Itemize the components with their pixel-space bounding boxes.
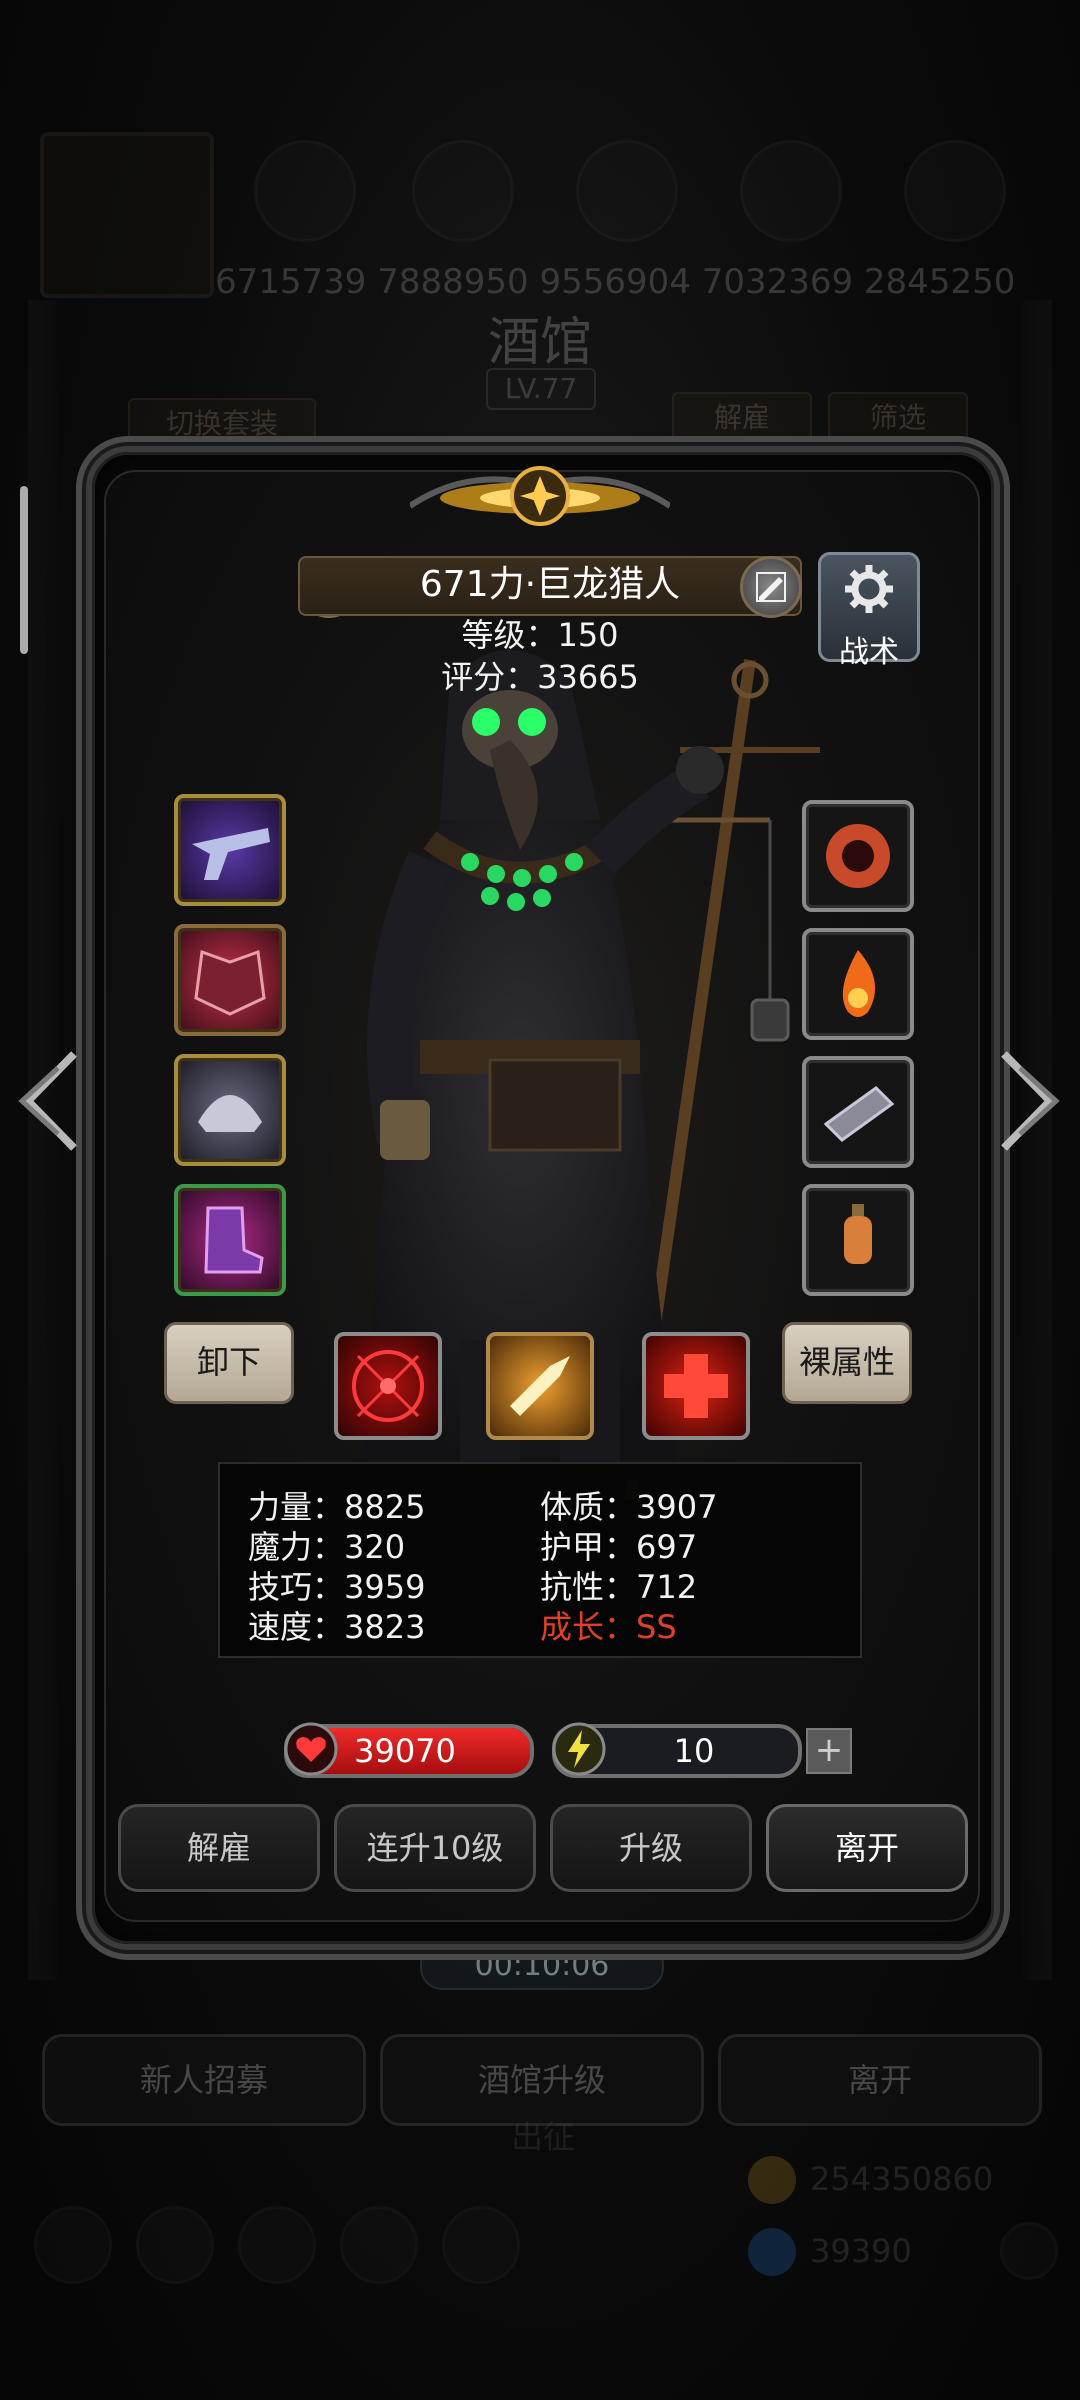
stat-speed: 速度：3823 (248, 1608, 426, 1646)
unequip-button[interactable]: 卸下 (164, 1322, 294, 1404)
energy-value: 10 (673, 1732, 715, 1770)
equip-slot-accessory-3[interactable] (802, 1056, 914, 1168)
tavern-level: LV.77 (486, 368, 596, 410)
stat-growth: 成长：SS (540, 1608, 677, 1646)
bracer-icon (823, 1086, 895, 1142)
boots-icon (204, 1206, 264, 1274)
pistol-icon (192, 828, 270, 880)
equip-slot-armor[interactable] (174, 924, 286, 1036)
fire-spiral-icon (842, 950, 876, 1017)
background-circle-3 (576, 140, 678, 242)
next-hero-arrow-icon[interactable] (994, 1046, 1064, 1156)
background-circle-2 (412, 140, 514, 242)
previous-hero-arrow-icon[interactable] (14, 1046, 84, 1156)
helmet-icon (198, 1095, 262, 1132)
equip-slot-helmet[interactable] (174, 1054, 286, 1166)
skill-slot-1[interactable] (334, 1332, 442, 1440)
nav-icon-3 (238, 2206, 316, 2284)
scroll-indicator (20, 486, 28, 654)
tactics-button[interactable]: 战术 (818, 552, 920, 670)
equip-slot-boots[interactable] (174, 1184, 286, 1296)
switch-outfit-tab: 切换套装 (128, 398, 316, 450)
background-portrait (40, 132, 214, 298)
tactics-label: 战术 (839, 635, 899, 670)
background-circle-1 (254, 140, 356, 242)
background-filter-tab: 筛选 (828, 392, 968, 444)
nav-icon-1 (34, 2206, 112, 2284)
add-currency-icon (1000, 2222, 1058, 2280)
recruit-button: 新人招募 (42, 2034, 366, 2126)
skill-slot-3[interactable] (642, 1332, 750, 1440)
level-up-10-button[interactable]: 连升10级 (334, 1804, 536, 1892)
equip-slot-accessory-2[interactable] (802, 928, 914, 1040)
heal-cross-skill-icon (664, 1354, 728, 1418)
naked-stats-button[interactable]: 裸属性 (782, 1322, 912, 1404)
hero-name: 671力·巨龙猎人 (298, 556, 802, 616)
hero-score: 评分：33665 (441, 658, 639, 696)
add-energy-button[interactable]: + (806, 1728, 852, 1774)
gear-icon (845, 565, 893, 613)
equip-slot-accessory-4[interactable] (802, 1184, 914, 1296)
background-circle-5 (904, 140, 1006, 242)
skill-slot-2[interactable] (486, 1332, 594, 1440)
background-circle-4 (740, 140, 842, 242)
strike-skill-icon (510, 1356, 570, 1416)
edit-name-icon[interactable] (740, 556, 802, 618)
equip-slot-accessory-1[interactable] (802, 800, 914, 912)
equip-slot-weapon[interactable] (174, 794, 286, 906)
tavern-title: 酒馆 (487, 313, 592, 373)
background-dismiss-tab: 解雇 (672, 392, 812, 444)
gold-coin-icon (748, 2156, 796, 2204)
leave-button[interactable]: 离开 (766, 1804, 968, 1892)
gem-icon (748, 2228, 796, 2276)
nav-icon-5 (442, 2206, 520, 2284)
dismiss-button[interactable]: 解雇 (118, 1804, 320, 1892)
background-leave-button: 离开 (718, 2034, 1042, 2126)
gold-amount: 254350860 (810, 2160, 994, 2198)
panel-crest-ornament (410, 466, 670, 526)
target-skill-icon (352, 1350, 424, 1422)
flame-demon-icon (826, 824, 890, 888)
hp-value: 39070 (354, 1732, 456, 1770)
chest-armor-icon (194, 949, 266, 1016)
hero-level: 等级：150 (461, 616, 619, 654)
lantern-icon (844, 1204, 872, 1264)
nav-icon-4 (340, 2206, 418, 2284)
level-up-button[interactable]: 升级 (550, 1804, 752, 1892)
gem-amount: 39390 (810, 2232, 912, 2270)
expedition-label: 出征 (510, 2118, 575, 2156)
nav-icon-2 (136, 2206, 214, 2284)
background-number-row: 6715739 7888950 9556904 7032369 2845250 (215, 262, 1016, 302)
